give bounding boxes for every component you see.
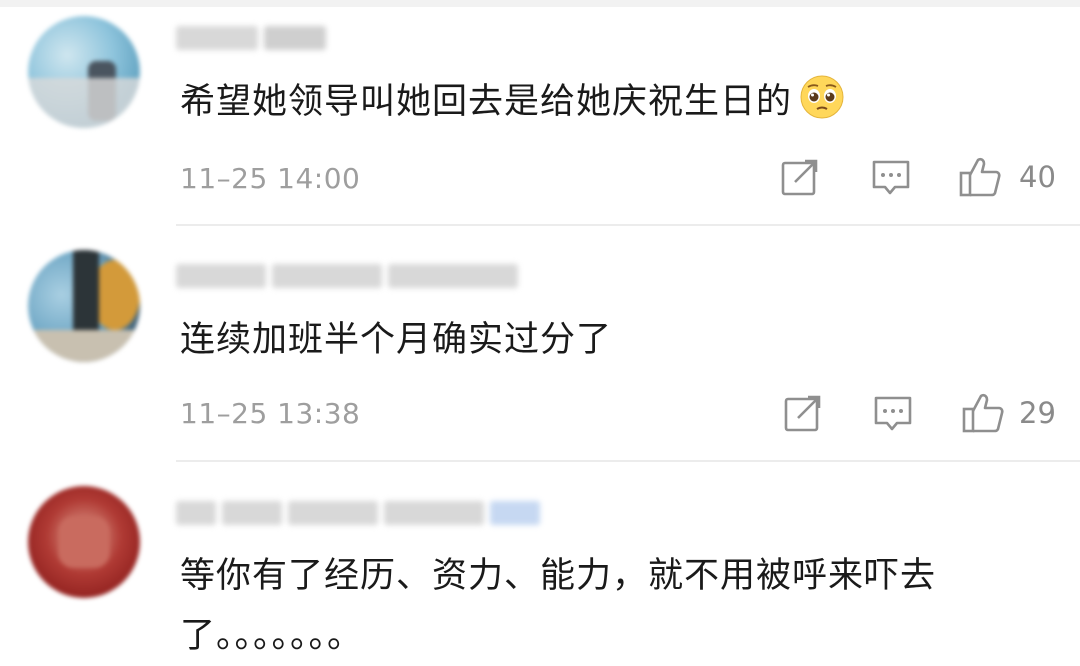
comment-text-line-1: 等你有了经历、资力、能力，就不用被呼来吓去 [180, 556, 937, 596]
share-edit-icon[interactable] [782, 393, 824, 435]
thumbs-up-icon[interactable] [958, 155, 1001, 197]
comment-divider [176, 224, 1080, 226]
avatar[interactable] [28, 16, 140, 128]
comment-text: 连续加班半个月确实过分了 [180, 320, 613, 360]
top-separator-bar [0, 0, 1080, 7]
like-count: 40 [1019, 160, 1056, 194]
comment-text: 希望她领导叫她回去是给她庆祝生日的 [180, 72, 844, 132]
avatar[interactable] [28, 486, 140, 598]
reply-comment-icon[interactable] [872, 393, 914, 435]
username-blurred[interactable] [176, 20, 326, 56]
username-blurred[interactable] [176, 258, 518, 294]
username-blurred[interactable] [176, 495, 540, 531]
pleading-face-emoji [800, 75, 844, 119]
comment-timestamp: 11–25 14:00 [180, 162, 361, 195]
comment-timestamp: 11–25 13:38 [180, 397, 361, 430]
comment-text-content: 希望她领导叫她回去是给她庆祝生日的 [180, 82, 793, 122]
reply-comment-icon[interactable] [870, 157, 912, 199]
like-count: 29 [1019, 396, 1056, 430]
comment-text-line-2: 了。。。。。。。 [180, 616, 364, 656]
comment-divider [176, 460, 1080, 462]
avatar[interactable] [28, 250, 140, 362]
thumbs-up-icon[interactable] [961, 391, 1004, 433]
share-edit-icon[interactable] [779, 157, 821, 199]
